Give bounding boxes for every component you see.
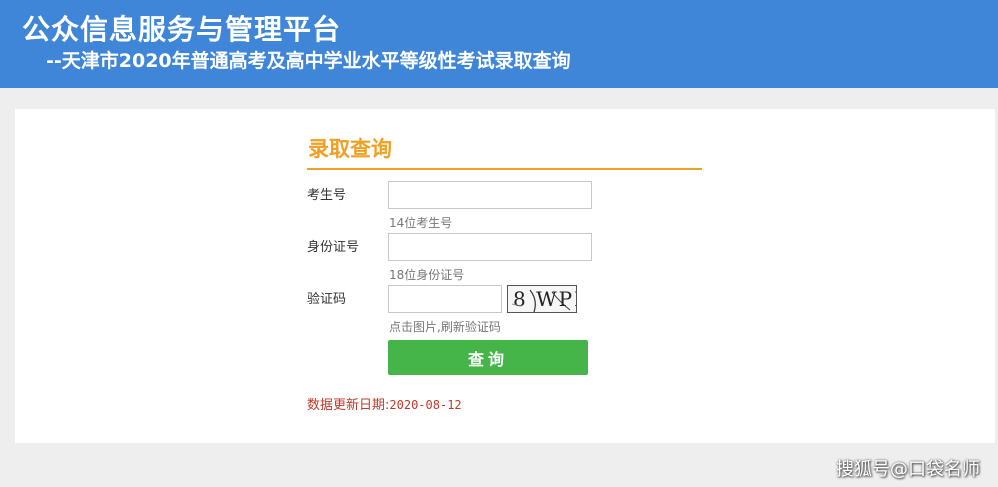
watermark: 搜狐号@口袋名师 (836, 459, 980, 480)
captcha-label: 验证码 (307, 292, 347, 307)
captcha-hint: 点击图片,刷新验证码 (389, 320, 501, 334)
update-date: 2020-08-12 (389, 398, 462, 412)
captcha-input[interactable] (388, 285, 502, 313)
update-label: 数据更新日期: (307, 398, 390, 413)
section-divider (307, 168, 702, 170)
query-panel: 录取查询 考生号 14位考生号 身份证号 18位身份证号 验证码 8 WPK 点… (15, 109, 995, 443)
platform-subtitle: --天津市2020年普通高考及高中学业水平等级性考试录取查询 (46, 50, 571, 72)
id-number-input[interactable] (388, 233, 592, 261)
id-number-label: 身份证号 (307, 240, 360, 255)
section-title: 录取查询 (308, 137, 392, 161)
query-button[interactable]: 查询 (388, 340, 588, 375)
exam-number-hint: 14位考生号 (389, 216, 453, 230)
exam-number-label: 考生号 (307, 188, 347, 203)
id-number-hint: 18位身份证号 (389, 268, 465, 282)
captcha-noise (511, 289, 571, 312)
exam-number-input[interactable] (388, 181, 592, 209)
platform-title: 公众信息服务与管理平台 (22, 13, 342, 46)
update-info: 数据更新日期:2020-08-12 (307, 394, 462, 413)
captcha-image[interactable]: 8 WPK (507, 285, 577, 313)
page-header: 公众信息服务与管理平台 --天津市2020年普通高考及高中学业水平等级性考试录取… (0, 0, 998, 88)
